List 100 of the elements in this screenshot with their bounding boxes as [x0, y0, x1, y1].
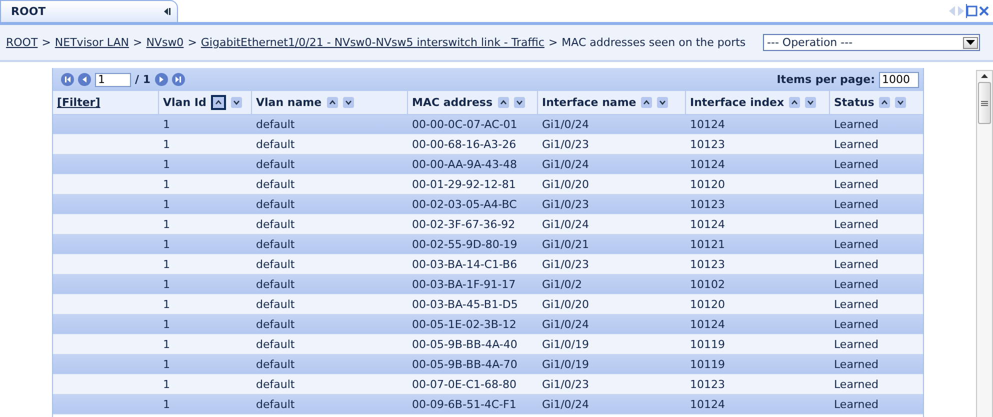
sort-ascending-button[interactable]	[789, 97, 800, 108]
table-cell-text: Gi1/0/24	[541, 117, 590, 133]
table-cell-text: Learned	[833, 297, 880, 313]
table-cell-text: 10124	[689, 317, 726, 333]
table-cell-text: Learned	[833, 397, 880, 413]
breadcrumb-separator: >	[42, 36, 51, 49]
caret-down-icon	[895, 97, 906, 108]
table-cell-text: 10124	[689, 117, 726, 133]
sort-descending-button[interactable]	[342, 97, 354, 108]
table-cell-text: Learned	[833, 217, 880, 233]
table-cell-text: default	[255, 337, 296, 353]
last-page-icon[interactable]	[172, 73, 185, 86]
sort-ascending-button[interactable]	[326, 97, 338, 108]
sort-ascending-button[interactable]	[211, 95, 226, 110]
column-header: MAC address	[412, 96, 493, 109]
table-cell-text: Learned	[833, 357, 880, 373]
breadcrumb-link[interactable]: GigabitEthernet1/0/21 - NVsw0-NVsw5 interswitch link - Traffic	[200, 36, 544, 49]
table-cell-text: 00-02-03-05-A4-BC	[411, 197, 518, 213]
close-icon[interactable]	[979, 4, 989, 18]
page-field[interactable]: 1	[95, 72, 131, 86]
table-cell-text: Gi1/0/2	[541, 277, 583, 293]
table-cell-text: default	[255, 157, 296, 173]
sort-descending-button[interactable]	[657, 97, 668, 108]
grip-icon	[981, 100, 988, 106]
table-cell-text: 10121	[689, 237, 726, 253]
table-cell-text: Gi1/0/23	[541, 377, 590, 393]
table-cell-text: 00-05-9B-BB-4A-40	[411, 337, 518, 353]
table-cell-text: 10123	[689, 197, 726, 213]
breadcrumb-current: MAC addresses seen on the ports	[562, 36, 746, 49]
table-cell-text: default	[255, 197, 296, 213]
sort-ascending-button[interactable]	[498, 97, 509, 108]
table-cell-text: Learned	[833, 177, 880, 193]
table-cell-text: Gi1/0/21	[541, 237, 590, 253]
sort-descending-button[interactable]	[895, 97, 906, 108]
scroll-up-icon[interactable]	[981, 74, 988, 78]
table-cell-text: 00-00-68-16-A3-26	[411, 137, 518, 153]
table-cell-text: 10124	[689, 157, 726, 173]
table-cell-text: 10102	[689, 277, 726, 293]
caret-up-icon	[789, 97, 800, 108]
breadcrumb-separator: >	[132, 36, 142, 49]
items-per-page-label: Items per page:	[776, 73, 875, 86]
table-cell-text: 1	[162, 137, 171, 153]
page-total: / 1	[135, 73, 151, 86]
table-cell-text: 00-02-55-9D-80-19	[411, 237, 518, 253]
scrollbar-thumb[interactable]	[978, 82, 991, 124]
table-cell-text: 1	[162, 377, 171, 393]
table-cell-text: Gi1/0/24	[541, 397, 590, 413]
sort-descending-button[interactable]	[805, 97, 816, 108]
caret-down-icon	[514, 97, 525, 108]
column-header: Status	[834, 96, 874, 109]
sort-descending-button[interactable]	[514, 97, 525, 108]
table-cell-text: 00-07-0E-C1-68-80	[411, 377, 518, 393]
breadcrumb-separator: >	[188, 36, 197, 49]
table-cell-text: 00-00-0C-07-AC-01	[411, 117, 518, 133]
table-cell-text: Learned	[833, 257, 880, 273]
table-cell-text: 1	[162, 237, 171, 253]
dropdown-arrow-icon	[966, 40, 975, 45]
table-cell-text: 00-03-BA-1F-91-17	[411, 277, 517, 293]
operation-select[interactable]: --- Operation ---	[763, 34, 980, 51]
table-cell-text: 1	[162, 177, 171, 193]
caret-up-icon	[879, 97, 890, 108]
previous-page-icon[interactable]	[78, 73, 91, 86]
caret-down-icon	[231, 97, 242, 108]
table-cell-text: Learned	[833, 277, 880, 293]
table-cell-text: 00-05-1E-02-3B-12	[411, 317, 518, 333]
first-page-icon[interactable]	[61, 73, 74, 86]
items-per-page-field[interactable]: 1000	[879, 72, 919, 88]
caret-up-icon	[213, 97, 224, 108]
scrollbar[interactable]	[976, 70, 993, 417]
column-header: Interface index	[690, 96, 784, 109]
sort-ascending-button[interactable]	[879, 97, 890, 108]
table-cell-text: 00-05-9B-BB-4A-70	[411, 357, 518, 373]
caret-up-icon	[641, 97, 652, 108]
table-cell-text: Gi1/0/20	[541, 177, 590, 193]
breadcrumb-link[interactable]: ROOT	[6, 36, 38, 49]
table-cell-text: 10124	[689, 397, 726, 413]
maximize-icon[interactable]	[966, 4, 978, 18]
table-cell-text: 1	[162, 257, 171, 273]
next-page-icon[interactable]	[154, 73, 168, 86]
table-cell-text: default	[255, 117, 296, 133]
filter-link[interactable]: [Filter]	[57, 96, 100, 109]
table-cell-text: default	[255, 237, 296, 253]
table-cell-text: default	[255, 177, 296, 193]
collapse-icon[interactable]	[163, 7, 171, 16]
table-cell-text: 10123	[689, 257, 726, 273]
breadcrumb-link[interactable]: NVsw0	[146, 36, 184, 49]
table-cell-text: 1	[162, 277, 171, 293]
table-cell-text: 10119	[689, 357, 726, 373]
table-cell-text: 10120	[689, 297, 726, 313]
table-cell-text: 1	[162, 337, 171, 353]
table-cell-text: default	[255, 357, 296, 373]
table-cell-text: default	[255, 297, 296, 313]
table-cell-text: default	[255, 317, 296, 333]
sort-descending-button[interactable]	[231, 97, 242, 108]
root-tab[interactable]: ROOT	[0, 0, 178, 22]
sort-ascending-button[interactable]	[641, 97, 652, 108]
table-cell-text: default	[255, 277, 296, 293]
table-cell-text: Gi1/0/23	[541, 257, 590, 273]
table-cell-text: 1	[162, 117, 171, 133]
breadcrumb-link[interactable]: NETvisor LAN	[54, 36, 129, 49]
